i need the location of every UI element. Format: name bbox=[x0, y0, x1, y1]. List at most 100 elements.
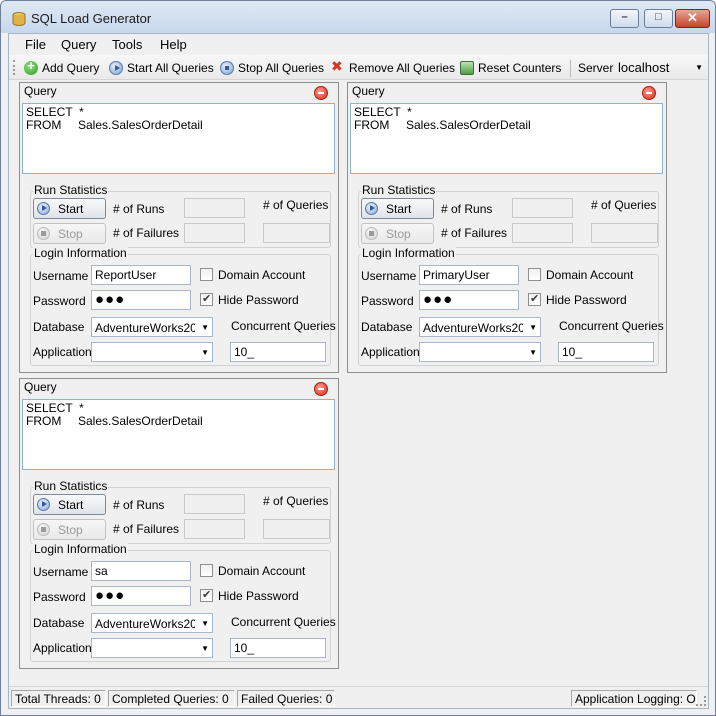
hide-password-checkbox[interactable] bbox=[200, 292, 213, 306]
database-value: AdventureWorks201 bbox=[423, 321, 523, 335]
menu-tools[interactable]: Tools bbox=[112, 37, 142, 52]
maximize-button[interactable]: □ bbox=[644, 9, 673, 28]
reset-counters-button[interactable]: Reset Counters bbox=[460, 58, 561, 78]
minimize-button[interactable]: – bbox=[610, 9, 639, 28]
username-field[interactable]: sa bbox=[91, 561, 191, 581]
runs-label: # of Runs bbox=[113, 498, 165, 512]
database-label: Database bbox=[33, 616, 85, 630]
stop-label: Stop bbox=[58, 523, 83, 537]
failures-label: # of Failures bbox=[113, 226, 180, 240]
menu-query[interactable]: Query bbox=[61, 37, 96, 52]
runs-value bbox=[184, 494, 245, 514]
stop-icon bbox=[37, 227, 50, 240]
stop-label: Stop bbox=[58, 227, 83, 241]
start-button[interactable]: Start bbox=[33, 494, 106, 515]
hide-password-checkbox[interactable] bbox=[200, 588, 213, 602]
stop-all-label: Stop All Queries bbox=[238, 61, 325, 75]
panel-header: Query bbox=[24, 380, 57, 394]
menu-file[interactable]: File bbox=[25, 37, 46, 52]
query-textarea[interactable]: SELECT * FROM Sales.SalesOrderDetail bbox=[22, 103, 335, 174]
remove-all-button[interactable]: Remove All Queries bbox=[331, 58, 455, 78]
concurrent-queries-label: Concurrent Queries bbox=[231, 319, 336, 333]
application-combo[interactable]: ▼ bbox=[419, 342, 541, 362]
queries-label: # of Queries bbox=[263, 198, 329, 212]
stop-all-button[interactable]: Stop All Queries bbox=[220, 58, 324, 78]
concurrent-queries-field[interactable]: 10_ bbox=[230, 342, 326, 362]
status-failed-queries: Failed Queries: 0 bbox=[237, 690, 335, 707]
start-label: Start bbox=[386, 202, 412, 216]
start-all-button[interactable]: Start All Queries bbox=[109, 58, 214, 78]
server-value: localhost bbox=[618, 60, 670, 75]
database-combo[interactable]: AdventureWorks201 ▼ bbox=[419, 317, 541, 337]
add-query-button[interactable]: Add Query bbox=[24, 58, 99, 78]
domain-account-checkbox[interactable] bbox=[200, 564, 213, 577]
stop-button: Stop bbox=[33, 519, 106, 540]
start-label: Start bbox=[58, 498, 84, 512]
close-button[interactable]: ✕ bbox=[675, 9, 710, 28]
chevron-down-icon: ▼ bbox=[201, 644, 209, 653]
username-field[interactable]: PrimaryUser bbox=[419, 265, 519, 285]
database-combo[interactable]: AdventureWorks201 ▼ bbox=[91, 613, 213, 633]
run-statistics-group: Run Statistics Start Stop # of Runs # of… bbox=[30, 479, 331, 544]
chevron-down-icon: ▼ bbox=[201, 619, 209, 628]
add-query-label: Add Query bbox=[42, 61, 100, 75]
minus-circle-icon[interactable] bbox=[314, 382, 328, 396]
server-label: Server bbox=[578, 61, 614, 75]
password-field[interactable]: ●●● bbox=[91, 586, 191, 606]
database-combo[interactable]: AdventureWorks201 ▼ bbox=[91, 317, 213, 337]
toolbar-grip[interactable] bbox=[13, 60, 16, 75]
query-panel: Query SELECT * FROM Sales.SalesOrderDeta… bbox=[19, 378, 339, 669]
start-all-label: Start All Queries bbox=[127, 61, 214, 75]
concurrent-queries-field[interactable]: 10_ bbox=[230, 638, 326, 658]
password-label: Password bbox=[361, 294, 414, 308]
failures-value bbox=[184, 519, 245, 539]
hide-password-label: Hide Password bbox=[218, 293, 299, 307]
username-field[interactable]: ReportUser bbox=[91, 265, 191, 285]
query-textarea[interactable]: SELECT * FROM Sales.SalesOrderDetail bbox=[350, 103, 663, 174]
reset-counters-label: Reset Counters bbox=[478, 61, 562, 75]
password-field[interactable]: ●●● bbox=[419, 290, 519, 310]
concurrent-queries-label: Concurrent Queries bbox=[231, 615, 336, 629]
minimize-icon: – bbox=[621, 11, 628, 23]
hide-password-checkbox[interactable] bbox=[528, 292, 541, 306]
domain-account-checkbox[interactable] bbox=[528, 268, 541, 281]
server-combo[interactable]: localhost ▼ bbox=[615, 58, 705, 78]
chevron-down-icon: ▼ bbox=[695, 63, 703, 72]
query-panel: Query SELECT * FROM Sales.SalesOrderDeta… bbox=[19, 82, 339, 373]
start-button[interactable]: Start bbox=[33, 198, 106, 219]
reset-icon bbox=[460, 61, 474, 75]
failures-value bbox=[184, 223, 245, 243]
title-bar[interactable]: SQL Load Generator – □ ✕ bbox=[1, 1, 715, 33]
failures-label: # of Failures bbox=[113, 522, 180, 536]
username-label: Username bbox=[33, 565, 89, 579]
status-application-logging: Application Logging: O bbox=[571, 690, 697, 707]
start-button[interactable]: Start bbox=[361, 198, 434, 219]
resize-grip[interactable] bbox=[696, 696, 706, 706]
start-label: Start bbox=[58, 202, 84, 216]
application-combo[interactable]: ▼ bbox=[91, 638, 213, 658]
application-combo[interactable]: ▼ bbox=[91, 342, 213, 362]
query-textarea[interactable]: SELECT * FROM Sales.SalesOrderDetail bbox=[22, 399, 335, 470]
login-information-group: Login Information Username PrimaryUser D… bbox=[358, 246, 664, 366]
runs-label: # of Runs bbox=[441, 202, 493, 216]
database-value: AdventureWorks201 bbox=[95, 617, 195, 631]
domain-account-checkbox[interactable] bbox=[200, 268, 213, 281]
password-field[interactable]: ●●● bbox=[91, 290, 191, 310]
queries-value bbox=[263, 519, 330, 539]
status-bar: Total Threads: 0 Completed Queries: 0 Fa… bbox=[9, 686, 708, 708]
stop-icon bbox=[37, 523, 50, 536]
minus-circle-icon[interactable] bbox=[314, 86, 328, 100]
sql-app-icon bbox=[12, 12, 26, 26]
minus-circle-icon[interactable] bbox=[642, 86, 656, 100]
chevron-down-icon: ▼ bbox=[201, 323, 209, 332]
maximize-icon: □ bbox=[655, 11, 662, 23]
menu-help[interactable]: Help bbox=[160, 37, 187, 52]
toolbar-separator bbox=[570, 60, 571, 77]
runs-label: # of Runs bbox=[113, 202, 165, 216]
chevron-down-icon: ▼ bbox=[201, 348, 209, 357]
runs-value bbox=[512, 198, 573, 218]
remove-all-label: Remove All Queries bbox=[349, 61, 456, 75]
concurrent-queries-field[interactable]: 10_ bbox=[558, 342, 654, 362]
add-icon bbox=[24, 58, 38, 75]
chevron-down-icon: ▼ bbox=[529, 348, 537, 357]
